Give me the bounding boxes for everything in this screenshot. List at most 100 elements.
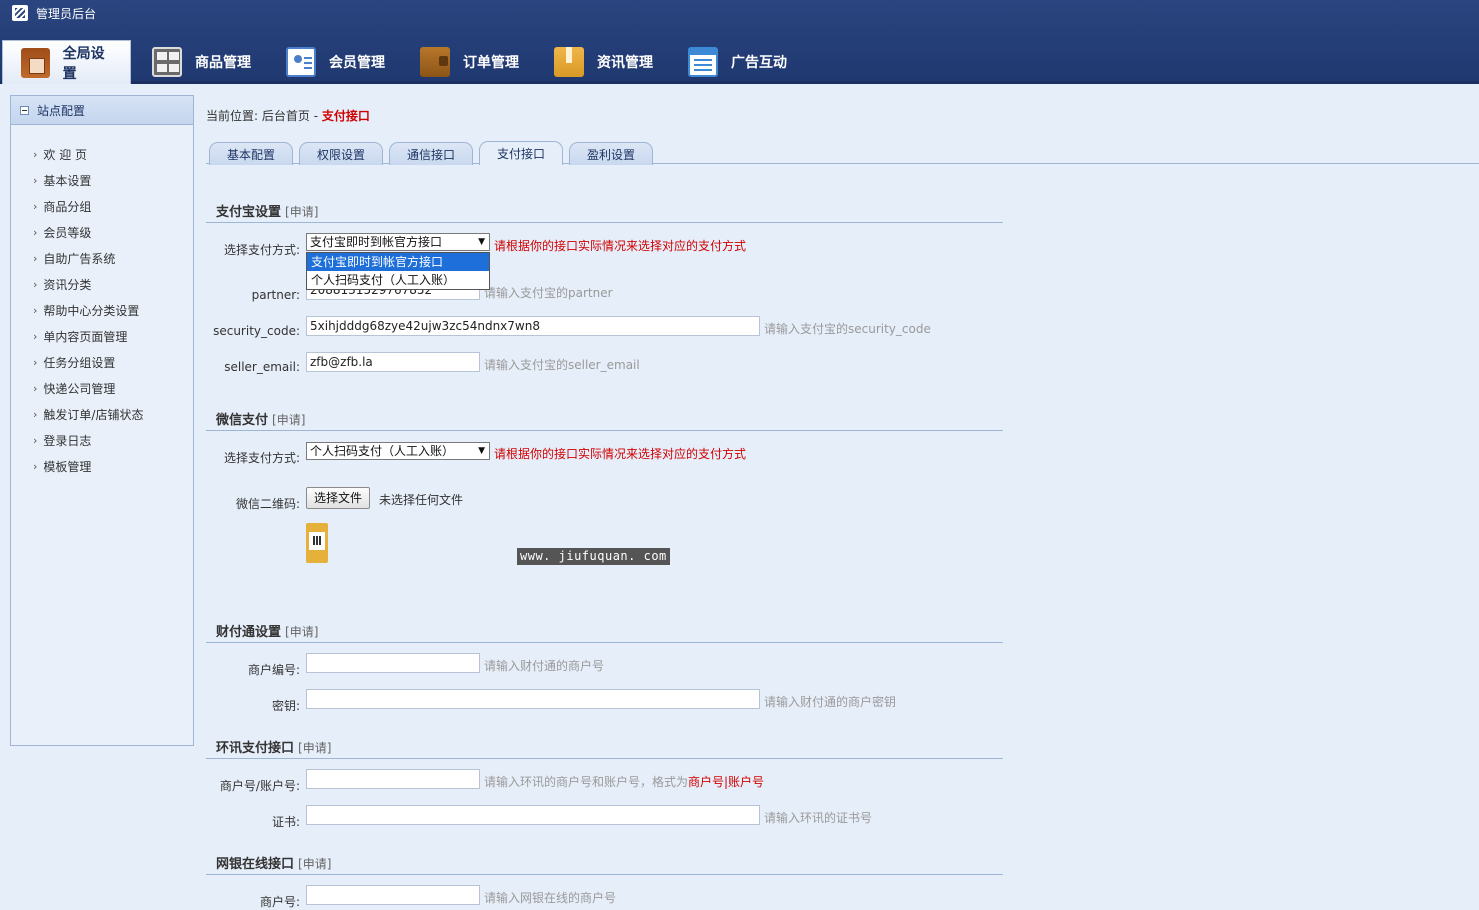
brand: 管理员后台	[12, 4, 96, 22]
tab-permissions[interactable]: 权限设置	[299, 142, 383, 165]
chevron-right-icon: ›	[33, 329, 38, 343]
seller-email-input[interactable]: zfb@zfb.la	[306, 352, 480, 372]
sidebar-item-member-level[interactable]: › 会员等级	[11, 219, 193, 245]
sidebar-item-trigger-order[interactable]: › 触发订单/店铺状态	[11, 401, 193, 427]
seller-email-hint: 请输入支付宝的seller_email	[484, 358, 640, 372]
ips-cert-hint: 请输入环讯的证书号	[764, 811, 873, 825]
tab-communication[interactable]: 通信接口	[389, 142, 473, 165]
seller-email-label: seller_email:	[224, 360, 300, 374]
choose-file-button[interactable]: 选择文件	[306, 487, 371, 509]
nav-tab-orders[interactable]: 订单管理	[402, 40, 533, 84]
chevron-right-icon: ›	[33, 199, 38, 213]
security-code-label: security_code:	[213, 324, 300, 338]
tenpay-key-input[interactable]	[306, 689, 760, 709]
ad-list-icon	[688, 47, 718, 77]
apply-link[interactable]: [申请]	[272, 413, 305, 427]
nav-tab-label: 资讯管理	[597, 55, 653, 71]
brand-title: 管理员后台	[36, 6, 97, 21]
hint-format: 商户号|账户号	[688, 775, 765, 789]
ips-cert-input[interactable]	[306, 805, 760, 825]
section-divider	[206, 430, 1003, 431]
no-file-text: 未选择任何文件	[379, 493, 464, 507]
settings-box-icon	[21, 47, 50, 78]
tenpay-merchant-input[interactable]	[306, 653, 480, 673]
sidebar-item-label: 单内容页面管理	[43, 329, 128, 344]
nav-tab-label: 广告互动	[731, 55, 787, 71]
chinabank-merchant-input[interactable]	[306, 885, 480, 905]
sidebar-item-label: 任务分组设置	[43, 355, 116, 370]
tenpay-key-hint: 请输入财付通的商户密钥	[764, 695, 897, 709]
main-content: 当前位置: 后台首页 - 支付接口 基本配置 权限设置 通信接口 支付接口 盈利…	[206, 95, 1479, 910]
sidebar-item-label: 基本设置	[43, 173, 92, 188]
sidebar-item-basic-settings[interactable]: › 基本设置	[11, 167, 193, 193]
wechat-method-select[interactable]: 个人扫码支付（人工入账） ▼	[306, 442, 490, 460]
section-title-wechat: 微信支付 [申请]	[216, 409, 305, 428]
sidebar-menu: › 欢 迎 页 › 基本设置 › 商品分组 › 会员等级 › 自助广告系统 › 资讯分类 ›…	[11, 125, 193, 479]
chevron-right-icon: ›	[33, 303, 38, 317]
watermark: www. jiufuquan. com	[517, 548, 670, 565]
section-title-alipay: 支付宝设置 [申请]	[216, 201, 318, 220]
ips-account-label: 商户号/账户号:	[219, 779, 300, 793]
chevron-right-icon: ›	[33, 147, 38, 161]
tenpay-merchant-hint: 请输入财付通的商户号	[484, 659, 605, 673]
chinabank-merchant-label: 商户号:	[259, 895, 300, 909]
dropdown-option[interactable]: 支付宝即时到帐官方接口	[307, 253, 489, 271]
chinabank-merchant-hint: 请输入网银在线的商户号	[484, 891, 617, 905]
collapse-icon[interactable]	[20, 105, 29, 115]
section-divider	[206, 758, 1003, 759]
sidebar: 站点配置 › 欢 迎 页 › 基本设置 › 商品分组 › 会员等级 › 自助广告系统 › 资…	[10, 95, 194, 746]
tab-basic-config[interactable]: 基本配置	[209, 142, 293, 165]
chevron-right-icon: ›	[33, 251, 38, 265]
apply-link[interactable]: [申请]	[298, 741, 331, 755]
chevron-down-icon: ▼	[478, 237, 485, 247]
section-title-chinabank: 网银在线接口 [申请]	[216, 853, 331, 872]
sidebar-item-single-page[interactable]: › 单内容页面管理	[11, 323, 193, 349]
nav-tab-news[interactable]: 资讯管理	[536, 40, 667, 84]
security-code-input[interactable]: 5xihjdddg68zye42ujw3zc54ndnx7wn8	[306, 316, 760, 336]
sidebar-item-label: 商品分组	[43, 199, 92, 214]
apply-link[interactable]: [申请]	[298, 857, 331, 871]
nav-tab-global-settings[interactable]: 全局设置	[2, 40, 131, 84]
sidebar-item-templates[interactable]: › 模板管理	[11, 453, 193, 479]
sidebar-item-express[interactable]: › 快递公司管理	[11, 375, 193, 401]
breadcrumb-current: 支付接口	[321, 109, 370, 123]
chevron-right-icon: ›	[33, 173, 38, 187]
nav-tab-goods[interactable]: 商品管理	[134, 40, 265, 84]
breadcrumb-home-link[interactable]: 后台首页	[262, 109, 310, 123]
alipay-method-dropdown: 支付宝即时到帐官方接口 个人扫码支付（人工入账）	[306, 252, 490, 290]
alipay-method-label: 选择支付方式:	[223, 243, 300, 257]
alipay-method-select[interactable]: 支付宝即时到帐官方接口 ▼	[306, 233, 490, 251]
chevron-right-icon: ›	[33, 433, 38, 447]
sidebar-item-label: 触发订单/店铺状态	[43, 407, 144, 422]
sidebar-item-goods-group[interactable]: › 商品分组	[11, 193, 193, 219]
settings-tabs: 基本配置 权限设置 通信接口 支付接口 盈利设置	[206, 140, 1479, 165]
ips-cert-label: 证书:	[271, 815, 300, 829]
apply-link[interactable]: [申请]	[285, 205, 318, 219]
security-code-hint: 请输入支付宝的security_code	[764, 322, 931, 336]
sidebar-item-help-category[interactable]: › 帮助中心分类设置	[11, 297, 193, 323]
dropdown-option[interactable]: 个人扫码支付（人工入账）	[307, 271, 489, 289]
ips-account-hint: 请输入环讯的商户号和账户号，格式为商户号|账户号	[484, 773, 764, 790]
apply-link[interactable]: [申请]	[285, 625, 318, 639]
sidebar-item-task-group[interactable]: › 任务分组设置	[11, 349, 193, 375]
sidebar-item-label: 快递公司管理	[43, 381, 116, 396]
hint-text: 请输入环讯的商户号和账户号，格式为	[484, 775, 689, 789]
breadcrumb: 当前位置: 后台首页 - 支付接口	[206, 107, 370, 124]
ips-account-input[interactable]	[306, 769, 480, 789]
nav-tab-members[interactable]: 会员管理	[268, 40, 399, 84]
tenpay-key-label: 密钥:	[271, 699, 300, 713]
tab-profit[interactable]: 盈利设置	[569, 142, 653, 165]
chevron-right-icon: ›	[33, 407, 38, 421]
sidebar-item-login-log[interactable]: › 登录日志	[11, 427, 193, 453]
nav-tab-label: 全局设置	[62, 45, 105, 82]
sidebar-item-news-category[interactable]: › 资讯分类	[11, 271, 193, 297]
sidebar-item-welcome[interactable]: › 欢 迎 页	[11, 141, 193, 167]
sidebar-header[interactable]: 站点配置	[11, 96, 193, 125]
nav-tab-ads[interactable]: 广告互动	[670, 40, 801, 84]
chevron-right-icon: ›	[33, 459, 38, 473]
sidebar-item-self-ad[interactable]: › 自助广告系统	[11, 245, 193, 271]
chevron-right-icon: ›	[33, 381, 38, 395]
tab-payment[interactable]: 支付接口	[479, 141, 563, 165]
sidebar-item-label: 资讯分类	[43, 277, 92, 292]
breadcrumb-separator: -	[313, 109, 319, 123]
